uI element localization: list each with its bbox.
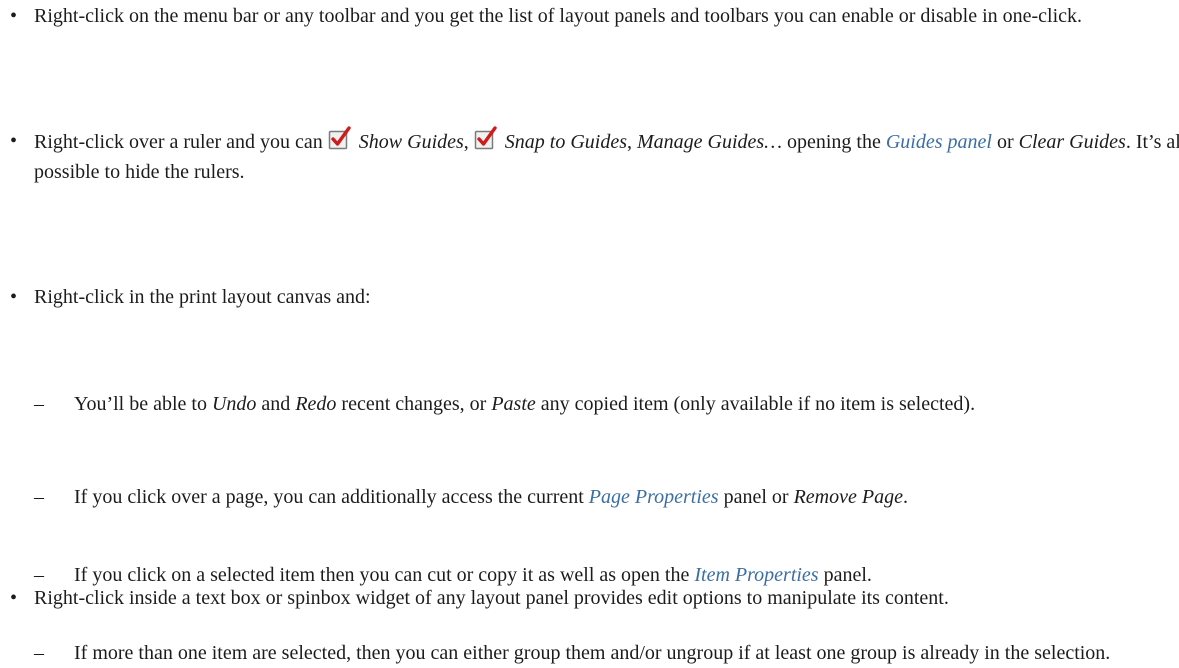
dash-marker: – [34, 564, 44, 586]
checkbox-checked-icon [474, 126, 497, 150]
text-run: If you click over a page, you can additi… [74, 486, 589, 508]
clear-guides-label: Clear Guides [1018, 131, 1126, 153]
list-item-text: Right-click in the print layout canvas a… [34, 286, 371, 308]
sublist-item-undo-redo: – You’ll be able to Undo and Redo recent… [34, 389, 1179, 419]
bullet-marker: • [10, 587, 18, 609]
text-run: recent changes, or [336, 393, 492, 415]
text-run: any copied item (only available if no it… [535, 393, 976, 415]
bullet-list: • Right-click on the menu bar or any too… [0, 0, 1179, 609]
text-run: You’ll be able to [74, 393, 212, 415]
dash-marker: – [34, 642, 44, 664]
text-run: , [627, 131, 637, 153]
text-run: and [256, 393, 296, 415]
sublist-item-selected-item: – If you click on a selected item then y… [34, 560, 1179, 590]
text-run: . [902, 486, 908, 508]
page-properties-link[interactable]: Page Properties [589, 486, 719, 508]
snap-to-guides-label: Snap to Guides [504, 131, 627, 153]
remove-page-label: Remove Page [793, 486, 903, 508]
document-body: • Right-click on the menu bar or any too… [0, 0, 1179, 664]
text-run: If you click on a selected item then you… [74, 564, 695, 586]
manage-guides-label: Manage Guides… [637, 131, 782, 153]
text-run: Right-click over a ruler and you can [34, 131, 328, 153]
sublist-item-group: – If more than one item are selected, th… [34, 638, 1179, 668]
sublist-item-page: – If you click over a page, you can addi… [34, 482, 1179, 512]
show-guides-label: Show Guides [358, 131, 464, 153]
list-item-canvas-rightclick: • Right-click in the print layout canvas… [0, 282, 1179, 312]
text-run: opening the [781, 131, 886, 153]
list-item-text: Right-click on the menu bar or any toolb… [34, 5, 1083, 27]
list-item-text: If more than one item are selected, then… [74, 642, 1111, 664]
dash-marker: – [34, 486, 44, 508]
checkbox-checked-icon [328, 126, 351, 150]
list-item-ruler-rightclick: • Right-click over a ruler and you can S… [0, 126, 1179, 187]
bullet-marker: • [10, 5, 18, 27]
text-run: panel. [818, 564, 872, 586]
item-properties-link[interactable]: Item Properties [694, 564, 818, 586]
list-item-toolbar-rightclick: • Right-click on the menu bar or any too… [0, 1, 1179, 31]
text-run: panel or [718, 486, 794, 508]
guides-panel-link[interactable]: Guides panel [886, 131, 992, 153]
text-run: or [991, 131, 1019, 153]
list-item-text: Right-click inside a text box or spinbox… [34, 587, 949, 609]
paste-label: Paste [491, 393, 536, 415]
redo-label: Redo [295, 393, 337, 415]
bullet-marker: • [10, 130, 18, 152]
text-run: , [463, 131, 474, 153]
undo-label: Undo [211, 393, 257, 415]
bullet-marker: • [10, 286, 18, 308]
dash-marker: – [34, 393, 44, 415]
